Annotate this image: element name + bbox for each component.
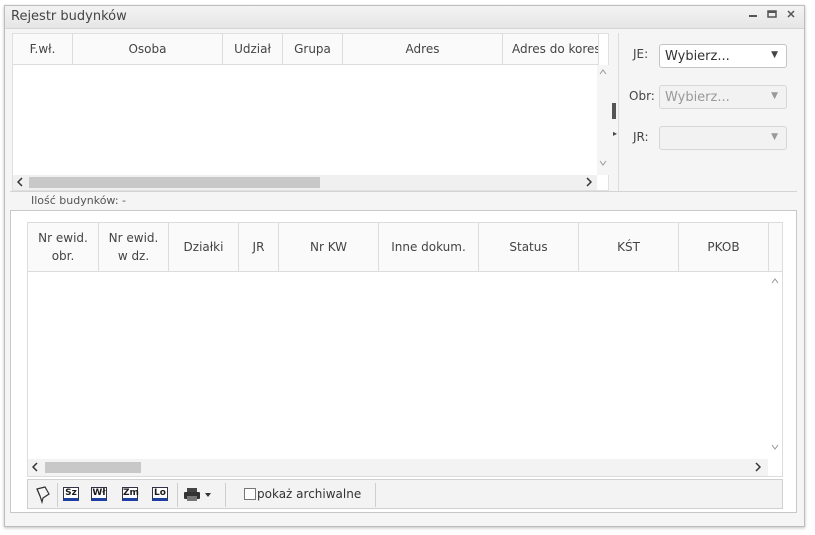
minimize-icon[interactable] [746, 9, 760, 23]
buildings-count: Ilość budynków: - [31, 194, 126, 207]
rejestr-budynkow-window: Rejestr budynków F.wł. Osoba Udział Grup… [4, 5, 805, 527]
obr-select-value: Wybierz... [665, 90, 730, 105]
header-filler [769, 223, 782, 272]
scroll-up-icon[interactable] [599, 67, 607, 78]
column-header-adres-do-korespondencji[interactable]: Adres do kores [503, 34, 599, 65]
collapse-arrow-icon[interactable]: ▸ [613, 129, 617, 138]
column-header-nr-ewid-obr[interactable]: Nr ewid. obr. [28, 223, 99, 272]
grid-toolbar: Sz Wł Zm Lo pokaż archiwalne [27, 479, 783, 509]
toolbar-separator [375, 483, 376, 507]
scroll-down-icon[interactable] [771, 442, 779, 453]
jr-label: JR: [633, 130, 649, 144]
chevron-down-icon: ▼ [771, 91, 778, 101]
column-header-adres[interactable]: Adres [343, 34, 503, 65]
scroll-up-icon[interactable] [771, 276, 779, 287]
scroll-right-icon[interactable] [586, 177, 593, 190]
column-header-udzial[interactable]: Udział [223, 34, 283, 65]
column-header-pkob[interactable]: PKOB [679, 223, 769, 272]
archive-checkbox[interactable] [244, 488, 256, 500]
jr-select[interactable]: ▼ [659, 126, 787, 150]
title-bar[interactable]: Rejestr budynków [5, 6, 804, 29]
scroll-left-icon[interactable] [31, 462, 38, 475]
column-header-jr[interactable]: JR [239, 223, 279, 272]
column-header-grupa[interactable]: Grupa [283, 34, 343, 65]
panel-divider[interactable] [10, 191, 797, 194]
je-select[interactable]: Wybierz... ▼ [659, 44, 787, 68]
owners-grid: F.wł. Osoba Udział Grupa Adres Adres do … [12, 33, 609, 191]
vertical-scrollbar[interactable] [597, 65, 609, 175]
window-title: Rejestr budynków [11, 9, 127, 24]
scroll-left-icon[interactable] [16, 177, 23, 190]
zm-icon[interactable]: Zm [120, 485, 140, 504]
zm-label: Zm [122, 487, 139, 501]
horizontal-scroll-thumb[interactable] [45, 462, 141, 473]
close-icon[interactable] [784, 9, 798, 23]
obr-label: Obr: [629, 89, 655, 103]
vertical-scrollbar[interactable] [768, 273, 781, 458]
horizontal-scrollbar[interactable] [13, 175, 597, 190]
wl-icon[interactable]: Wł [89, 485, 109, 504]
column-header-nr-ewid-w-dz[interactable]: Nr ewid. w dz. [99, 223, 169, 272]
printer-icon[interactable] [183, 485, 215, 504]
lo-label: Lo [152, 487, 168, 501]
lo-icon[interactable]: Lo [150, 485, 170, 504]
chevron-down-icon: ▼ [771, 132, 778, 142]
toolbar-separator [57, 483, 58, 507]
map-pin-icon[interactable] [33, 485, 53, 505]
horizontal-scroll-thumb[interactable] [29, 177, 320, 188]
toolbar-separator [177, 483, 178, 507]
column-header-kst[interactable]: KŚT [579, 223, 679, 272]
sz-icon[interactable]: Sz [61, 485, 81, 504]
chevron-down-icon: ▼ [771, 50, 778, 60]
splitter-handle[interactable] [612, 103, 616, 119]
obr-select[interactable]: Wybierz... ▼ [659, 85, 787, 109]
scroll-down-icon[interactable] [599, 158, 607, 169]
wl-label: Wł [91, 487, 107, 501]
scroll-right-icon[interactable] [755, 462, 762, 475]
column-header-inne-dokum[interactable]: Inne dokum. [379, 223, 479, 272]
column-header-status[interactable]: Status [479, 223, 579, 272]
horizontal-scrollbar[interactable] [28, 459, 768, 476]
buildings-panel: Nr ewid. obr. Nr ewid. w dz. Działki JR … [10, 210, 797, 513]
column-header-osoba[interactable]: Osoba [73, 34, 223, 65]
je-select-value: Wybierz... [665, 49, 730, 64]
column-header-fwl[interactable]: F.wł. [13, 34, 73, 65]
sz-label: Sz [63, 487, 79, 501]
column-header-dzialki[interactable]: Działki [169, 223, 239, 272]
toolbar-separator [225, 483, 226, 507]
filter-panel: JE: Wybierz... ▼ Obr: Wybierz... ▼ JR: ▼ [618, 33, 798, 191]
je-label: JE: [633, 47, 649, 61]
maximize-icon[interactable] [765, 9, 779, 23]
buildings-grid: Nr ewid. obr. Nr ewid. w dz. Działki JR … [27, 222, 783, 477]
column-header-nr-kw[interactable]: Nr KW [279, 223, 379, 272]
archive-checkbox-label[interactable]: pokaż archiwalne [257, 487, 361, 501]
